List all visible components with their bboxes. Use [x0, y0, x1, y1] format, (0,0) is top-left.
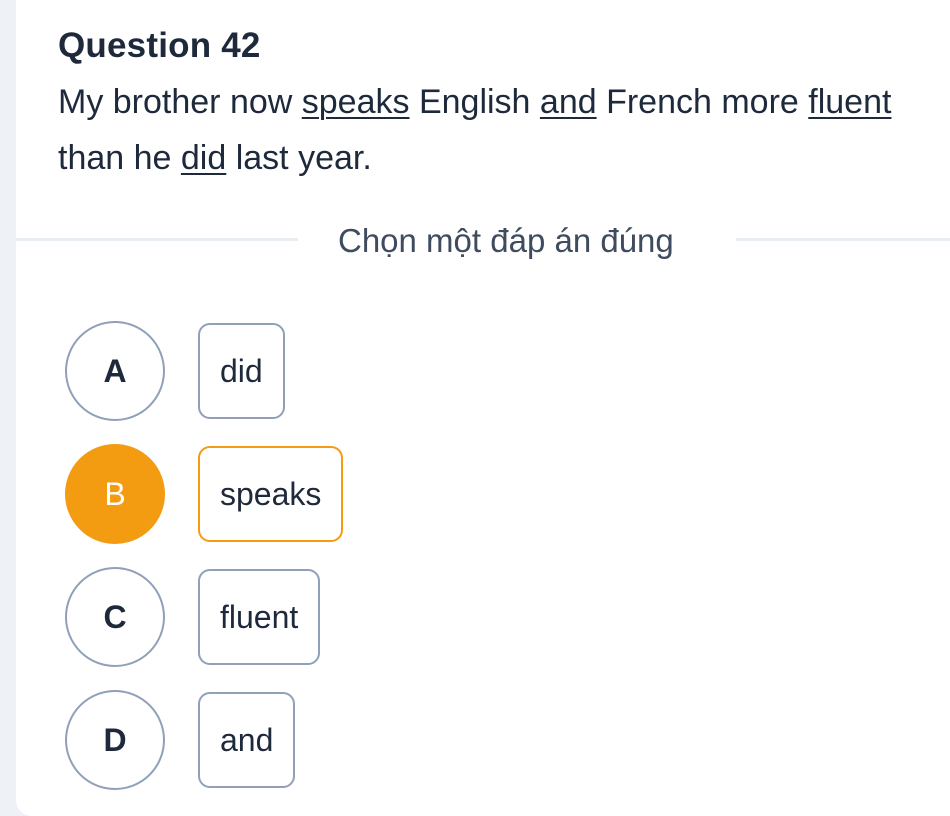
instruction-label: Chọn một đáp án đúng	[338, 222, 674, 259]
option-letter[interactable]: A	[65, 321, 165, 421]
question-segment: French more	[596, 83, 809, 121]
question-segment: English	[409, 83, 540, 121]
divider-left	[16, 238, 298, 241]
underlined-word-speaks: speaks	[301, 83, 410, 121]
option-a[interactable]: A did	[48, 321, 548, 421]
option-answer[interactable]: speaks	[198, 446, 344, 542]
question-card: Question 42 My brother now speaks Englis…	[16, 0, 950, 816]
option-answer[interactable]: did	[198, 323, 285, 419]
option-letter[interactable]: C	[65, 567, 165, 667]
question-segment: last year.	[226, 139, 372, 177]
question-segment: than he	[58, 139, 181, 177]
option-letter[interactable]: D	[65, 690, 165, 790]
question-title: Question 42	[58, 26, 261, 65]
option-b[interactable]: B speaks	[48, 444, 548, 544]
option-c[interactable]: C fluent	[48, 567, 548, 667]
underlined-word-did: did	[180, 139, 227, 177]
option-answer[interactable]: and	[198, 692, 296, 788]
question-text: My brother now speaks English and French…	[58, 74, 950, 186]
underlined-word-and: and	[539, 83, 597, 121]
option-letter[interactable]: B	[65, 444, 165, 544]
option-answer[interactable]: fluent	[198, 569, 321, 665]
underlined-word-fluent: fluent	[808, 83, 892, 121]
option-d[interactable]: D and	[48, 690, 548, 790]
divider-right	[736, 238, 950, 241]
question-segment: My brother now	[58, 83, 302, 121]
